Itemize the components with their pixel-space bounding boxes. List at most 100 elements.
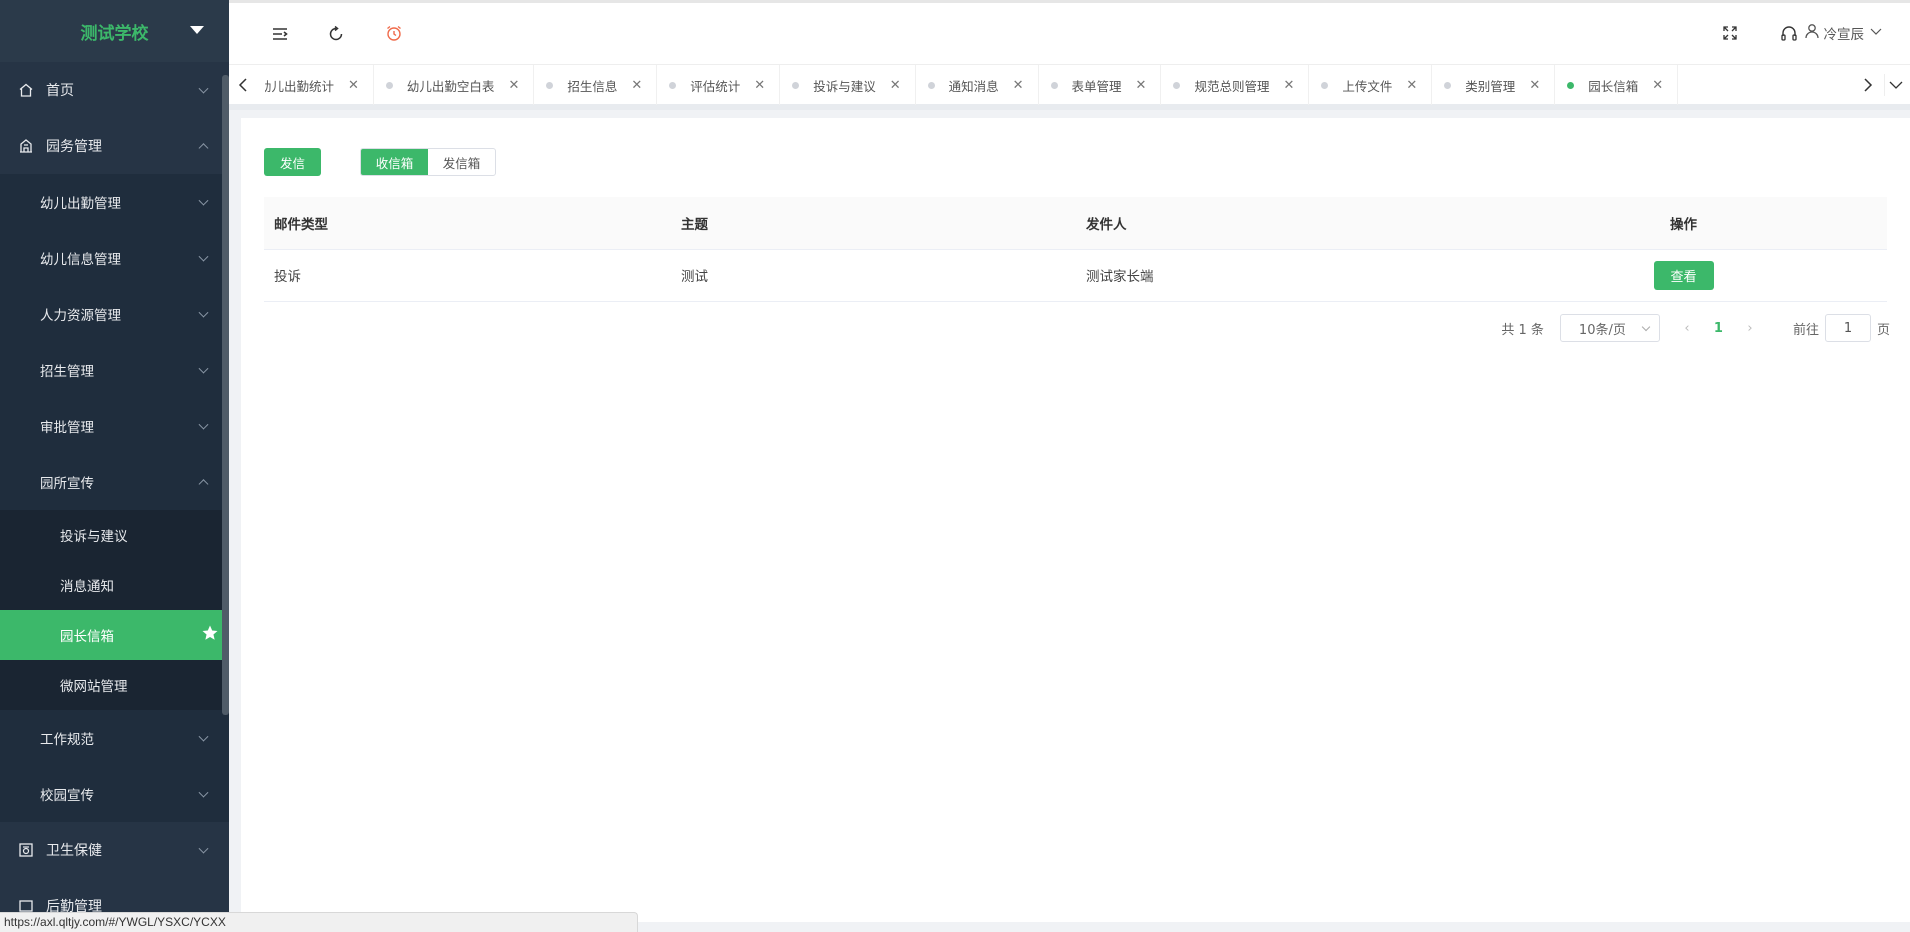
menu-item-promotion[interactable]: 园所宣传 [0,454,229,510]
menu-item-attendance[interactable]: 幼儿出勤管理 [0,174,229,230]
building-icon [18,138,34,154]
menu-item-home[interactable]: 首页 [0,62,229,118]
column-header-type: 邮件类型 [264,197,671,250]
tab-forms[interactable]: 表单管理 ✕ [1039,65,1162,105]
table-row: 投诉 测试 测试家长端 查看 [264,249,1887,302]
menu-item-child-info[interactable]: 幼儿信息管理 [0,230,229,286]
close-icon[interactable]: ✕ [1652,78,1663,93]
menu-item-hr[interactable]: 人力资源管理 [0,286,229,342]
tab-label: 规范总则管理 [1194,78,1270,94]
tab-scroll-left-icon[interactable] [233,74,255,96]
close-icon[interactable]: ✕ [1406,78,1417,93]
tab-categories[interactable]: 类别管理 ✕ [1432,65,1556,105]
close-icon[interactable]: ✕ [1013,78,1024,93]
menu-item-label: 招生管理 [40,364,94,380]
close-icon[interactable]: ✕ [508,78,519,93]
tab-dropdown-icon[interactable] [1884,74,1906,96]
tab-label: 表单管理 [1071,78,1122,94]
cell-type: 投诉 [264,249,671,302]
menu-item-label: 幼儿信息管理 [40,252,121,268]
inbox-tab[interactable]: 收信箱 [361,149,428,175]
tab-bar: 幼儿出勤统计 ✕ 幼儿出勤空白表 ✕ 招生信息 ✕ 评估统计 ✕ 投诉与建议 ✕… [229,64,1910,110]
chevron-up-icon [198,479,209,490]
chevron-down-icon [198,83,209,94]
total-count: 共 1 条 [1501,322,1544,338]
tab-enrollment-info[interactable]: 招生信息 ✕ [534,65,658,105]
view-button[interactable]: 查看 [1653,260,1714,290]
menu-collapse-icon[interactable] [271,25,289,47]
sidebar: 测试学校 首页 园务管理 幼儿出勤管理 幼儿信息管理 人力资源管理 招生管理 审… [0,0,229,932]
menu-item-label: 首页 [46,83,74,99]
alarm-clock-icon[interactable] [385,24,403,46]
next-page-icon[interactable]: › [1743,321,1757,336]
chevron-down-icon [198,195,209,206]
close-icon[interactable]: ✕ [1529,78,1540,93]
school-selector[interactable]: 测试学校 [0,0,229,62]
menu-item-label: 卫生保健 [46,843,102,859]
star-icon[interactable] [201,624,219,646]
tab-upload[interactable]: 上传文件 ✕ [1309,65,1433,105]
tab-label: 投诉与建议 [813,78,876,94]
send-mail-button[interactable]: 发信 [264,148,321,176]
menu-item-label: 投诉与建议 [60,529,128,545]
menu-item-notifications[interactable]: 消息通知 [0,560,229,610]
top-header: 冷宣辰 [229,0,1910,64]
menu-item-complaints[interactable]: 投诉与建议 [0,510,229,560]
tab-list: 幼儿出勤统计 ✕ 幼儿出勤空白表 ✕ 招生信息 ✕ 评估统计 ✕ 投诉与建议 ✕… [265,65,1838,105]
tab-scroll-right-icon[interactable] [1856,74,1878,96]
tab-attendance-stats[interactable]: 幼儿出勤统计 ✕ [265,65,374,105]
tab-attendance-blank[interactable]: 幼儿出勤空白表 ✕ [374,65,535,105]
menu-item-label: 审批管理 [40,420,94,436]
close-icon[interactable]: ✕ [1136,78,1147,93]
tab-dot [792,81,800,89]
menu-item-approval[interactable]: 审批管理 [0,398,229,454]
tab-notices[interactable]: 通知消息 ✕ [916,65,1039,105]
tab-complaints[interactable]: 投诉与建议 ✕ [780,65,916,105]
tab-dot [1050,81,1058,89]
chevron-down-icon [198,363,209,374]
page-suffix: 页 [1876,322,1890,338]
sidebar-scrollbar[interactable] [222,75,229,715]
close-icon[interactable]: ✕ [754,78,765,93]
cell-sender: 测试家长端 [1076,249,1481,302]
close-icon[interactable]: ✕ [890,78,901,93]
outbox-tab[interactable]: 发信箱 [428,149,495,175]
column-header-subject: 主题 [671,197,1076,250]
tab-dot [1173,81,1181,89]
user-menu[interactable]: 冷宣辰 [1804,23,1883,43]
tab-principal-mailbox[interactable]: 园长信箱 ✕ [1555,65,1679,105]
fullscreen-icon[interactable] [1722,25,1738,45]
browser-status-url: https://axl.qltjy.com/#/YWGL/YSXC/YCXX [0,912,638,932]
caret-down-icon[interactable] [190,26,204,34]
tab-evaluation-stats[interactable]: 评估统计 ✕ [657,65,781,105]
menu-item-label: 园务管理 [46,139,102,155]
menu-item-label: 微网站管理 [60,679,128,695]
tab-dot [669,81,677,89]
tab-label: 评估统计 [690,78,741,94]
goto-page-input[interactable]: 1 [1824,314,1871,342]
refresh-icon[interactable] [327,25,345,47]
menu-item-health[interactable]: 卫生保健 [0,822,229,878]
goto-label: 前往 [1792,322,1819,338]
close-icon[interactable]: ✕ [1283,78,1294,93]
menu-item-enrollment[interactable]: 招生管理 [0,342,229,398]
page-size-select[interactable]: 10条/页 [1559,314,1660,342]
cell-action: 查看 [1481,249,1887,302]
close-icon[interactable]: ✕ [348,78,359,93]
tab-dot [385,81,393,89]
tab-label: 通知消息 [948,78,999,94]
menu-item-microsite[interactable]: 微网站管理 [0,660,229,710]
menu-item-campus-promotion[interactable]: 校园宣传 [0,766,229,822]
close-icon[interactable]: ✕ [631,78,642,93]
prev-page-icon[interactable]: ‹ [1680,321,1694,336]
current-page[interactable]: 1 [1714,321,1723,336]
tab-label: 幼儿出勤统计 [265,78,335,94]
menu-item-principal-mailbox[interactable]: 园长信箱 [0,610,229,660]
tab-rules[interactable]: 规范总则管理 ✕ [1161,65,1310,105]
chevron-up-icon [198,143,209,154]
menu-item-garden-affairs[interactable]: 园务管理 [0,118,229,174]
headset-icon[interactable] [1780,25,1798,47]
chevron-down-icon [198,731,209,742]
menu-item-label: 校园宣传 [40,788,94,804]
menu-item-work-standards[interactable]: 工作规范 [0,710,229,766]
